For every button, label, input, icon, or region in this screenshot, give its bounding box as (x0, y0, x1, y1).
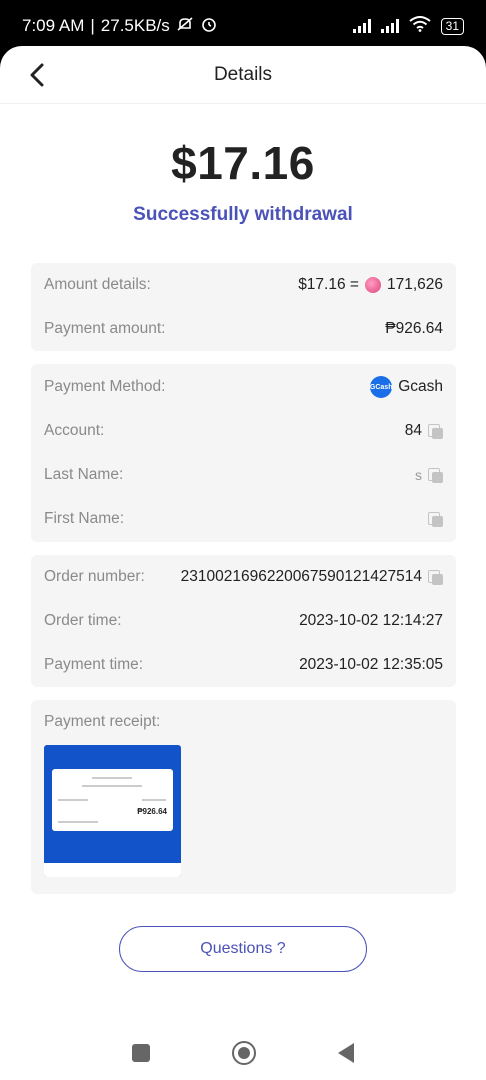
last-name-text: s (415, 467, 422, 483)
chevron-left-icon (30, 63, 44, 87)
first-name-value (428, 511, 443, 527)
withdrawal-status: Successfully withdrawal (133, 204, 353, 225)
back-button[interactable] (22, 60, 52, 90)
gcash-logo-icon: GCash (370, 376, 392, 398)
order-number-value: 2310021696220067590121427514 (181, 568, 443, 586)
account-row: Account: 84 (44, 409, 443, 453)
copy-icon[interactable] (428, 569, 443, 585)
receipt-card: Payment receipt: ₱926.64 (31, 700, 456, 894)
receipt-inner: ₱926.64 (52, 769, 173, 831)
status-separator: | (90, 16, 95, 35)
payment-time-row: Payment time: 2023-10-02 12:35:05 (44, 643, 443, 687)
status-network-speed: 27.5KB/s (100, 16, 170, 35)
order-time-label: Order time: (44, 612, 122, 629)
recent-apps-icon[interactable] (132, 1044, 150, 1062)
account-label: Account: (44, 422, 105, 439)
amount-details-usd: $17.16 = (298, 276, 359, 293)
order-time-row: Order time: 2023-10-02 12:14:27 (44, 599, 443, 643)
account-number: 84 (404, 422, 422, 439)
page-title: Details (213, 63, 273, 85)
copy-icon[interactable] (428, 467, 443, 483)
payment-amount-label: Payment amount: (44, 320, 166, 337)
payment-method-row: Payment Method: GCash Gcash (44, 365, 443, 409)
receipt-thumbnail[interactable]: ₱926.64 (44, 745, 181, 877)
payment-time-value: 2023-10-02 12:35:05 (299, 656, 443, 673)
payment-time-label: Payment time: (44, 656, 144, 673)
details-sheet: Details $17.16 Successfully withdrawal A… (0, 46, 486, 1080)
status-bar: 7:09 AM | 27.5KB/s 31 (0, 0, 486, 52)
header: Details (0, 46, 486, 104)
payment-method-name: Gcash (398, 378, 443, 395)
battery-icon: 31 (440, 17, 464, 35)
amount-details-coins: 171,626 (386, 276, 443, 293)
receipt-bottom-bar (44, 863, 181, 877)
last-name-row: Last Name: s (44, 453, 443, 497)
alarm-icon (200, 15, 218, 38)
receipt-label: Payment receipt: (44, 713, 161, 730)
amount-details-label: Amount details: (44, 276, 151, 293)
order-number-text: 2310021696220067590121427514 (180, 568, 422, 585)
order-card: Order number: 23100216962200675901214275… (31, 555, 456, 687)
order-number-row: Order number: 23100216962200675901214275… (44, 555, 443, 599)
receipt-thumb-amount: ₱926.64 (137, 807, 167, 816)
signal-icon (352, 19, 371, 33)
first-name-row: First Name: (44, 497, 443, 541)
questions-button[interactable]: Questions ? (119, 926, 367, 972)
last-name-value: s (415, 467, 443, 483)
coin-icon (364, 277, 381, 293)
amount-card: Amount details: $17.16 = 171,626 Payment… (31, 263, 456, 351)
withdrawal-amount: $17.16 (171, 137, 315, 189)
order-number-label: Order number: (44, 568, 145, 585)
wifi-icon (409, 15, 431, 37)
copy-icon[interactable] (428, 423, 443, 439)
back-triangle-icon[interactable] (338, 1043, 354, 1063)
signal-icon (380, 19, 399, 33)
account-value: 84 (405, 422, 443, 440)
payment-method-label: Payment Method: (44, 378, 166, 395)
status-right: 31 (352, 15, 464, 37)
status-left: 7:09 AM | 27.5KB/s (22, 15, 218, 38)
payment-method-value: GCash Gcash (370, 376, 443, 398)
first-name-label: First Name: (44, 510, 125, 527)
payment-amount-value: ₱926.64 (385, 320, 443, 337)
status-time: 7:09 AM (22, 16, 85, 35)
amount-details-row: Amount details: $17.16 = 171,626 (44, 263, 443, 307)
last-name-label: Last Name: (44, 466, 124, 483)
system-nav-bar (0, 1026, 486, 1080)
payment-amount-row: Payment amount: ₱926.64 (44, 307, 443, 351)
amount-details-value: $17.16 = 171,626 (298, 276, 443, 294)
home-icon[interactable] (232, 1041, 256, 1065)
mute-alarm-icon (176, 15, 194, 38)
order-time-value: 2023-10-02 12:14:27 (299, 612, 443, 629)
copy-icon[interactable] (428, 511, 443, 527)
payment-method-card: Payment Method: GCash Gcash Account: 84 … (31, 364, 456, 542)
